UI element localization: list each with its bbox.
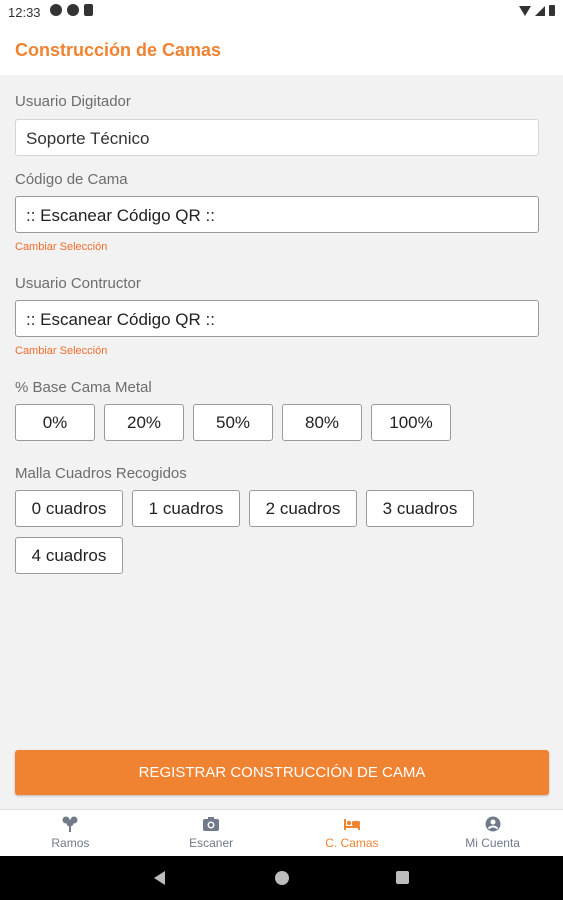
base-cama-metal-options: 0% 20% 50% 80% 100% xyxy=(15,404,451,441)
account-icon xyxy=(485,816,501,832)
recent-apps-icon[interactable] xyxy=(396,871,409,884)
option-80-percent[interactable]: 80% xyxy=(282,404,362,441)
nav-item-escaner[interactable]: Escaner xyxy=(141,810,282,857)
option-2-cuadros[interactable]: 2 cuadros xyxy=(249,490,357,527)
option-100-percent[interactable]: 100% xyxy=(371,404,451,441)
system-icons xyxy=(519,5,555,16)
status-bar: 12:33 xyxy=(0,0,563,24)
flower-icon xyxy=(62,816,78,832)
signal-icon xyxy=(535,5,545,16)
option-1-cuadros[interactable]: 1 cuadros xyxy=(132,490,240,527)
nav-label-c-camas: C. Camas xyxy=(325,836,379,850)
nav-label-escaner: Escaner xyxy=(189,836,234,850)
base-cama-metal-label: % Base Cama Metal xyxy=(15,379,152,396)
codigo-cama-label: Código de Cama xyxy=(15,171,128,188)
usuario-digitador-field: Soporte Técnico xyxy=(15,119,539,156)
nav-label-mi-cuenta: Mi Cuenta xyxy=(465,836,520,850)
page-title: Construcción de Camas xyxy=(15,40,222,60)
back-icon[interactable] xyxy=(154,871,165,885)
codigo-cama-change-link[interactable]: Cambiar Selección xyxy=(15,241,107,253)
app-bar: Construcción de Camas xyxy=(0,24,563,75)
nav-item-mi-cuenta[interactable]: Mi Cuenta xyxy=(422,810,563,857)
option-4-cuadros[interactable]: 4 cuadros xyxy=(15,537,123,574)
usuario-constructor-field[interactable]: :: Escanear Código QR :: xyxy=(15,300,539,337)
option-3-cuadros[interactable]: 3 cuadros xyxy=(366,490,474,527)
notification-icons xyxy=(50,4,93,16)
usuario-constructor-change-link[interactable]: Cambiar Selección xyxy=(15,345,107,357)
nav-item-ramos[interactable]: Ramos xyxy=(0,810,141,857)
malla-cuadros-label: Malla Cuadros Recogidos xyxy=(15,465,187,482)
system-nav-bar xyxy=(0,856,563,900)
malla-cuadros-options: 0 cuadros 1 cuadros 2 cuadros 3 cuadros xyxy=(15,490,474,527)
usuario-digitador-label: Usuario Digitador xyxy=(15,93,131,110)
nav-item-c-camas[interactable]: C. Camas xyxy=(282,810,423,857)
notification-icon xyxy=(67,4,79,16)
codigo-cama-field[interactable]: :: Escanear Código QR :: xyxy=(15,196,539,233)
camera-icon xyxy=(203,817,220,831)
status-time: 12:33 xyxy=(8,5,41,20)
option-50-percent[interactable]: 50% xyxy=(193,404,273,441)
option-0-percent[interactable]: 0% xyxy=(15,404,95,441)
bed-icon xyxy=(343,819,360,830)
option-0-cuadros[interactable]: 0 cuadros xyxy=(15,490,123,527)
malla-cuadros-options-row2: 4 cuadros xyxy=(15,537,123,574)
register-button[interactable]: REGISTRAR CONSTRUCCIÓN DE CAMA xyxy=(15,750,549,795)
notification-icon xyxy=(50,4,62,16)
usuario-constructor-label: Usuario Contructor xyxy=(15,275,141,292)
option-20-percent[interactable]: 20% xyxy=(104,404,184,441)
bottom-nav: Ramos Escaner C. Camas Mi Cuenta xyxy=(0,809,563,857)
wifi-icon xyxy=(519,5,531,16)
nav-label-ramos: Ramos xyxy=(51,836,90,850)
battery-icon xyxy=(549,5,555,16)
sd-card-icon xyxy=(84,4,93,16)
home-icon[interactable] xyxy=(275,871,289,885)
